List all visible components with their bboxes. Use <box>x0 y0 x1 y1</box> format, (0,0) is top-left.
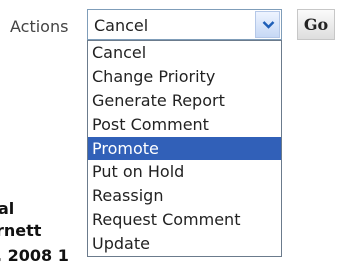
dropdown-option-request-comment[interactable]: Request Comment <box>88 208 281 232</box>
dropdown-option-update[interactable]: Update <box>88 232 281 256</box>
background-text-line: al <box>0 199 15 218</box>
dropdown-arrow-button[interactable] <box>255 11 280 38</box>
actions-label: Actions <box>10 17 69 36</box>
dropdown-option-promote[interactable]: Promote <box>88 136 281 161</box>
background-text-line: rnett <box>0 221 42 240</box>
background-text-line: , 2008 1 <box>0 246 69 265</box>
dropdown-option-put-on-hold[interactable]: Put on Hold <box>88 160 281 184</box>
dropdown-option-post-comment[interactable]: Post Comment <box>88 113 281 137</box>
chevron-down-icon <box>262 21 275 29</box>
actions-dropdown-list[interactable]: Cancel Change Priority Generate Report P… <box>87 40 282 257</box>
dropdown-option-change-priority[interactable]: Change Priority <box>88 65 281 89</box>
go-button[interactable]: Go <box>297 9 335 40</box>
dropdown-option-reassign[interactable]: Reassign <box>88 184 281 208</box>
dropdown-option-cancel[interactable]: Cancel <box>88 41 281 65</box>
selected-action-value: Cancel <box>94 16 149 35</box>
actions-select[interactable]: Cancel <box>87 9 282 40</box>
dropdown-option-generate-report[interactable]: Generate Report <box>88 89 281 113</box>
